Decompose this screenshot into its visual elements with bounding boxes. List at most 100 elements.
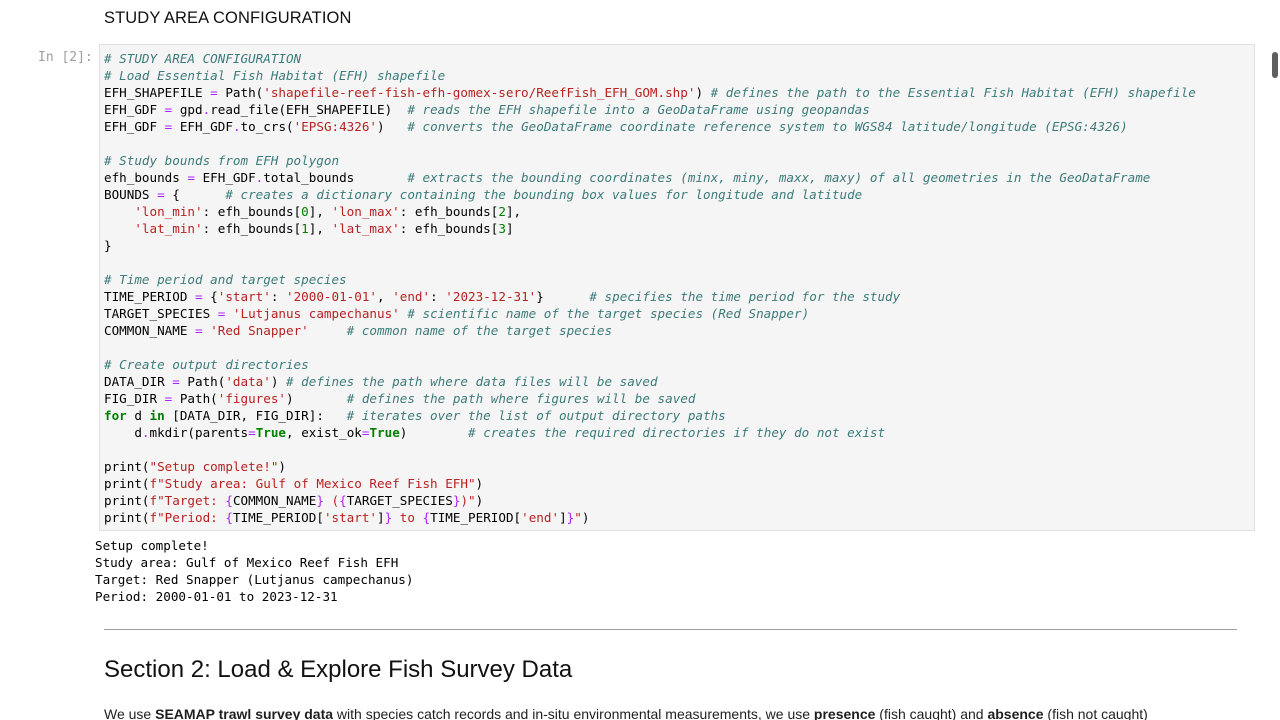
code-token: # extracts the bounding coordinates (min… xyxy=(407,170,1151,185)
code-token: ) xyxy=(399,425,469,440)
code-token: print xyxy=(104,493,142,508)
code-line: # Study bounds from EFH polygon xyxy=(104,152,1196,169)
code-token: 0 xyxy=(301,204,309,219)
paragraph-bold-text: absence xyxy=(987,706,1044,720)
code-token: ] xyxy=(377,510,385,525)
code-token: # Load Essential Fish Habitat (EFH) shap… xyxy=(104,68,446,83)
markdown-heading: STUDY AREA CONFIGURATION xyxy=(104,9,352,27)
code-token: ] xyxy=(505,221,514,236)
code-token: EFH_GDF xyxy=(104,119,165,134)
code-line: EFH_GDF = gpd.read_file(EFH_SHAPEFILE) #… xyxy=(104,101,1196,118)
code-token: '2023-12-31' xyxy=(445,289,537,304)
code-line: TARGET_SPECIES = 'Lutjanus campechanus' … xyxy=(104,305,1196,322)
code-token: : efh_bounds[ xyxy=(202,221,302,236)
code-token: TIME_PERIOD xyxy=(104,289,195,304)
code-token: COMMON_NAME xyxy=(104,323,195,338)
code-token: [DATA_DIR, FIG_DIR]: xyxy=(164,408,347,423)
code-token: ( xyxy=(141,493,150,508)
code-token: 'lat_min' xyxy=(134,221,203,236)
code-token: 'lon_min' xyxy=(134,204,203,219)
code-line: } xyxy=(104,237,1196,254)
code-line: for d in [DATA_DIR, FIG_DIR]: # iterates… xyxy=(104,407,1196,424)
horizontal-divider xyxy=(104,629,1237,630)
code-token: { xyxy=(202,289,218,304)
code-line: # STUDY AREA CONFIGURATION xyxy=(104,50,1196,67)
code-token: mkdir(parents xyxy=(149,425,249,440)
code-line: # Time period and target species xyxy=(104,271,1196,288)
output-line: Setup complete! xyxy=(95,538,209,553)
code-token: d xyxy=(126,408,150,423)
cell-output: Setup complete! Study area: Gulf of Mexic… xyxy=(95,537,413,605)
code-token: { xyxy=(225,493,233,508)
code-token: 1 xyxy=(301,221,309,236)
code-token: . xyxy=(141,425,150,440)
code-line: EFH_GDF = EFH_GDF.to_crs('EPSG:4326') # … xyxy=(104,118,1196,135)
paragraph-text: We use xyxy=(104,706,156,720)
code-token: TARGET_SPECIES xyxy=(104,306,218,321)
code-token: to_crs( xyxy=(240,119,294,134)
code-token: } xyxy=(104,238,112,253)
code-token: = xyxy=(195,323,203,338)
code-token: EFH_SHAPEFILE xyxy=(104,85,211,100)
code-line: EFH_SHAPEFILE = Path('shapefile-reef-fis… xyxy=(104,84,1196,101)
code-token: 'lon_max' xyxy=(331,204,400,219)
code-token: # Study bounds from EFH polygon xyxy=(104,153,340,168)
code-cell-editor[interactable]: # STUDY AREA CONFIGURATION # Load Essenti… xyxy=(99,44,1255,531)
code-token: ) xyxy=(377,119,408,134)
code-token: # converts the GeoDataFrame coordinate r… xyxy=(407,119,1128,134)
code-token: ], xyxy=(505,204,522,219)
code-token: 'Lutjanus campechanus' xyxy=(232,306,400,321)
code-token: total_bounds xyxy=(263,170,408,185)
code-token: # STUDY AREA CONFIGURATION xyxy=(104,51,302,66)
code-token: = xyxy=(172,374,180,389)
code-token: ) xyxy=(695,85,711,100)
code-token: Path( xyxy=(179,374,226,389)
code-token: ) xyxy=(278,459,287,474)
code-token: # scientific name of the target species … xyxy=(407,306,810,321)
code-token: ( xyxy=(141,459,150,474)
code-token: EFH_GDF xyxy=(104,102,165,117)
code-token: } xyxy=(536,289,590,304)
code-token: for xyxy=(104,408,127,423)
code-token: f"Target: xyxy=(149,493,226,508)
code-token: to xyxy=(392,510,423,525)
code-token: True xyxy=(369,425,400,440)
code-token: ], xyxy=(308,221,332,236)
code-line: 'lon_min': efh_bounds[0], 'lon_max': efh… xyxy=(104,203,1196,220)
code-token: read_file(EFH_SHAPEFILE) xyxy=(210,102,408,117)
code-token: f"Study area: Gulf of Mexico Reef Fish E… xyxy=(149,476,476,491)
code-token: # Create output directories xyxy=(104,357,309,372)
code-line: d.mkdir(parents=True, exist_ok=True) # c… xyxy=(104,424,1196,441)
code-token: 'shapefile-reef-fish-efh-gomex-sero/Reef… xyxy=(263,85,696,100)
cell-prompt: In [2]: xyxy=(38,50,93,65)
code-token: " xyxy=(574,510,582,525)
code-token: '2000-01-01' xyxy=(286,289,378,304)
code-token: BOUNDS xyxy=(104,187,158,202)
code-token: TIME_PERIOD[ xyxy=(232,510,324,525)
code-token: # Time period and target species xyxy=(104,272,347,287)
code-token: , exist_ok xyxy=(286,425,362,440)
code-lines[interactable]: # STUDY AREA CONFIGURATION # Load Essenti… xyxy=(104,50,1196,526)
code-token: 'EPSG:4326' xyxy=(293,119,378,134)
code-token: : xyxy=(270,289,287,304)
vertical-scrollbar-thumb[interactable] xyxy=(1272,52,1278,78)
code-token: f"Period: xyxy=(149,510,226,525)
code-token: { xyxy=(225,510,233,525)
code-token: 'end' xyxy=(392,289,431,304)
code-token: ) xyxy=(270,374,287,389)
code-token: = xyxy=(187,170,195,185)
code-token: # creates the required directories if th… xyxy=(468,425,886,440)
code-token: # specifies the time period for the stud… xyxy=(589,289,901,304)
code-token: in xyxy=(149,408,165,423)
code-token: # creates a dictionary containing the bo… xyxy=(225,187,863,202)
code-token: : efh_bounds[ xyxy=(399,204,499,219)
code-token: 'data' xyxy=(225,374,271,389)
code-token: gpd xyxy=(172,102,203,117)
code-token: print xyxy=(104,459,142,474)
